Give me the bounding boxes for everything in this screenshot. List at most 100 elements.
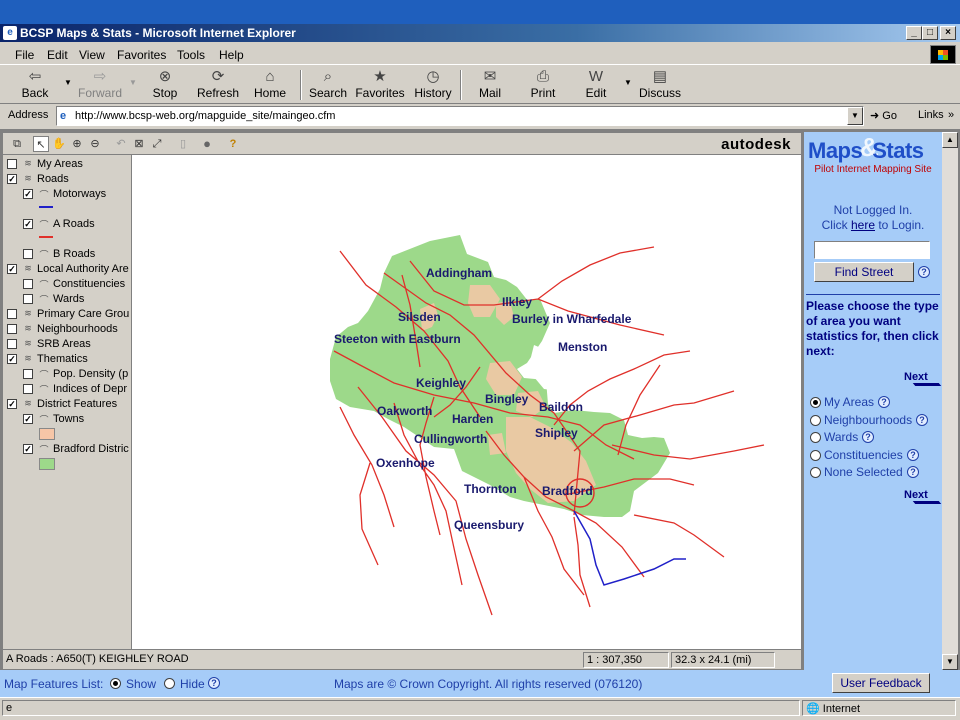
copy-map-icon[interactable]: ⧉ — [9, 136, 25, 152]
search-button[interactable]: ⌕ Search — [300, 68, 356, 102]
favorites-button[interactable]: ★ Favorites — [352, 68, 408, 102]
mail-button[interactable]: ✉ Mail — [462, 68, 518, 102]
map-label[interactable]: Oxenhope — [376, 456, 435, 470]
address-input[interactable]: e http://www.bcsp-web.org/mapguide_site/… — [56, 106, 864, 126]
menu-help[interactable]: Help — [219, 48, 244, 62]
map-label[interactable]: Oakworth — [377, 404, 432, 418]
close-button[interactable]: × — [940, 26, 956, 40]
page-vertical-scrollbar[interactable]: ▲ ▼ — [942, 132, 958, 670]
menu-edit[interactable]: Edit — [47, 48, 68, 62]
find-street-button[interactable]: Find Street — [814, 262, 914, 282]
show-radio[interactable] — [110, 678, 121, 689]
help-icon[interactable]: ? — [208, 677, 220, 689]
layer-checkbox[interactable] — [23, 279, 33, 289]
scroll-down-icon[interactable]: ▼ — [942, 654, 958, 670]
layer-checkbox[interactable] — [7, 309, 17, 319]
maximize-button[interactable]: □ — [922, 26, 938, 40]
show-label[interactable]: Show — [126, 677, 156, 691]
menu-favorites[interactable]: Favorites — [117, 48, 166, 62]
help-icon[interactable]: ? — [225, 136, 241, 152]
help-icon[interactable]: ? — [862, 431, 874, 443]
layer-checkbox[interactable] — [7, 339, 17, 349]
area-type-radio[interactable] — [810, 432, 821, 443]
area-type-radio[interactable] — [810, 467, 821, 478]
map-label[interactable]: Bradford — [542, 484, 593, 498]
map-canvas[interactable] — [134, 155, 801, 649]
minimize-button[interactable]: _ — [906, 26, 922, 40]
zoom-extent-icon[interactable]: ⤢ — [149, 136, 165, 152]
menu-tools[interactable]: Tools — [177, 48, 205, 62]
back-button[interactable]: ⇦ Back — [7, 68, 63, 102]
layer-checkbox[interactable] — [23, 369, 33, 379]
map-label[interactable]: Silsden — [398, 310, 441, 324]
links-chevron-icon[interactable]: » — [948, 109, 954, 121]
forward-dropdown-icon[interactable]: ▼ — [129, 78, 137, 87]
help-icon[interactable]: ? — [907, 448, 919, 461]
layer-checkbox[interactable] — [23, 294, 33, 304]
help-icon[interactable]: ? — [916, 413, 928, 426]
layer-checkbox[interactable] — [7, 324, 17, 334]
area-type-radio[interactable] — [810, 449, 821, 461]
map-label[interactable]: Menston — [558, 340, 607, 354]
back-dropdown-icon[interactable]: ▼ — [64, 78, 72, 87]
street-search-input[interactable] — [814, 241, 930, 259]
map-label[interactable]: Keighley — [416, 376, 466, 390]
user-feedback-button[interactable]: User Feedback — [832, 673, 930, 693]
map-label[interactable]: Burley in Wharfedale — [512, 312, 631, 326]
map-label[interactable]: Harden — [452, 412, 493, 426]
links-button[interactable]: Links — [918, 109, 944, 121]
map-label[interactable]: Thornton — [464, 482, 517, 496]
menu-view[interactable]: View — [79, 48, 105, 62]
go-button[interactable]: ➜ Go — [870, 109, 897, 122]
map-label[interactable]: Steeton with Eastburn — [334, 332, 461, 346]
history-button[interactable]: ◷ History — [405, 68, 461, 102]
area-type-label[interactable]: Neighbourhoods — [824, 413, 912, 427]
edit-dropdown-icon[interactable]: ▼ — [624, 78, 632, 87]
next-button[interactable]: Next — [904, 489, 928, 501]
map-label[interactable]: Baildon — [539, 400, 583, 414]
layer-checkbox[interactable] — [7, 159, 17, 169]
map-label[interactable]: Ilkley — [502, 295, 532, 309]
layer-checkbox[interactable]: ✓ — [7, 399, 17, 409]
zoom-previous-icon[interactable]: ↶ — [113, 136, 129, 152]
map-label[interactable]: Shipley — [535, 426, 578, 440]
scroll-up-icon[interactable]: ▲ — [942, 132, 958, 148]
layer-checkbox[interactable]: ✓ — [23, 444, 33, 454]
address-dropdown-icon[interactable]: ▼ — [847, 107, 863, 125]
edit-button[interactable]: W Edit — [568, 68, 624, 102]
layer-checkbox[interactable]: ✓ — [7, 354, 17, 364]
clear-icon[interactable]: ▯ — [175, 136, 191, 152]
layer-checkbox[interactable]: ✓ — [23, 414, 33, 424]
area-type-label[interactable]: Constituencies — [824, 448, 903, 462]
menu-file[interactable]: File — [15, 48, 34, 62]
stop-map-icon[interactable]: ● — [199, 136, 215, 152]
area-type-radio[interactable] — [810, 397, 821, 408]
next-button[interactable]: Next — [904, 371, 928, 383]
login-link[interactable]: here — [851, 218, 875, 232]
refresh-button[interactable]: ⟳ Refresh — [190, 68, 246, 102]
map-label[interactable]: Queensbury — [454, 518, 524, 532]
help-icon[interactable]: ? — [918, 266, 930, 278]
pan-hand-icon[interactable]: ✋ — [51, 136, 67, 152]
print-button[interactable]: ⎙ Print — [515, 68, 571, 102]
map-label[interactable]: Cullingworth — [414, 432, 487, 446]
area-type-radio[interactable] — [810, 414, 821, 426]
help-icon[interactable]: ? — [907, 466, 919, 478]
home-button[interactable]: ⌂ Home — [242, 68, 298, 102]
help-icon[interactable]: ? — [878, 396, 890, 408]
area-type-label[interactable]: Wards — [824, 430, 858, 444]
map-label[interactable]: Addingham — [426, 266, 492, 280]
select-tool-icon[interactable]: ↖ — [33, 136, 49, 152]
discuss-button[interactable]: ▤ Discuss — [632, 68, 688, 102]
hide-radio[interactable] — [164, 678, 175, 689]
area-type-label[interactable]: My Areas — [824, 395, 874, 409]
zoom-window-icon[interactable]: ⊠ — [131, 136, 147, 152]
map-view[interactable]: Addingham Ilkley Silsden Burley in Wharf… — [134, 155, 801, 649]
layer-checkbox[interactable] — [23, 249, 33, 259]
layer-checkbox[interactable]: ✓ — [23, 189, 33, 199]
layer-checkbox[interactable]: ✓ — [7, 174, 17, 184]
zoom-in-icon[interactable]: ⊕ — [69, 136, 85, 152]
area-type-label[interactable]: None Selected — [824, 465, 903, 479]
layer-checkbox[interactable] — [23, 384, 33, 394]
zoom-out-icon[interactable]: ⊖ — [87, 136, 103, 152]
